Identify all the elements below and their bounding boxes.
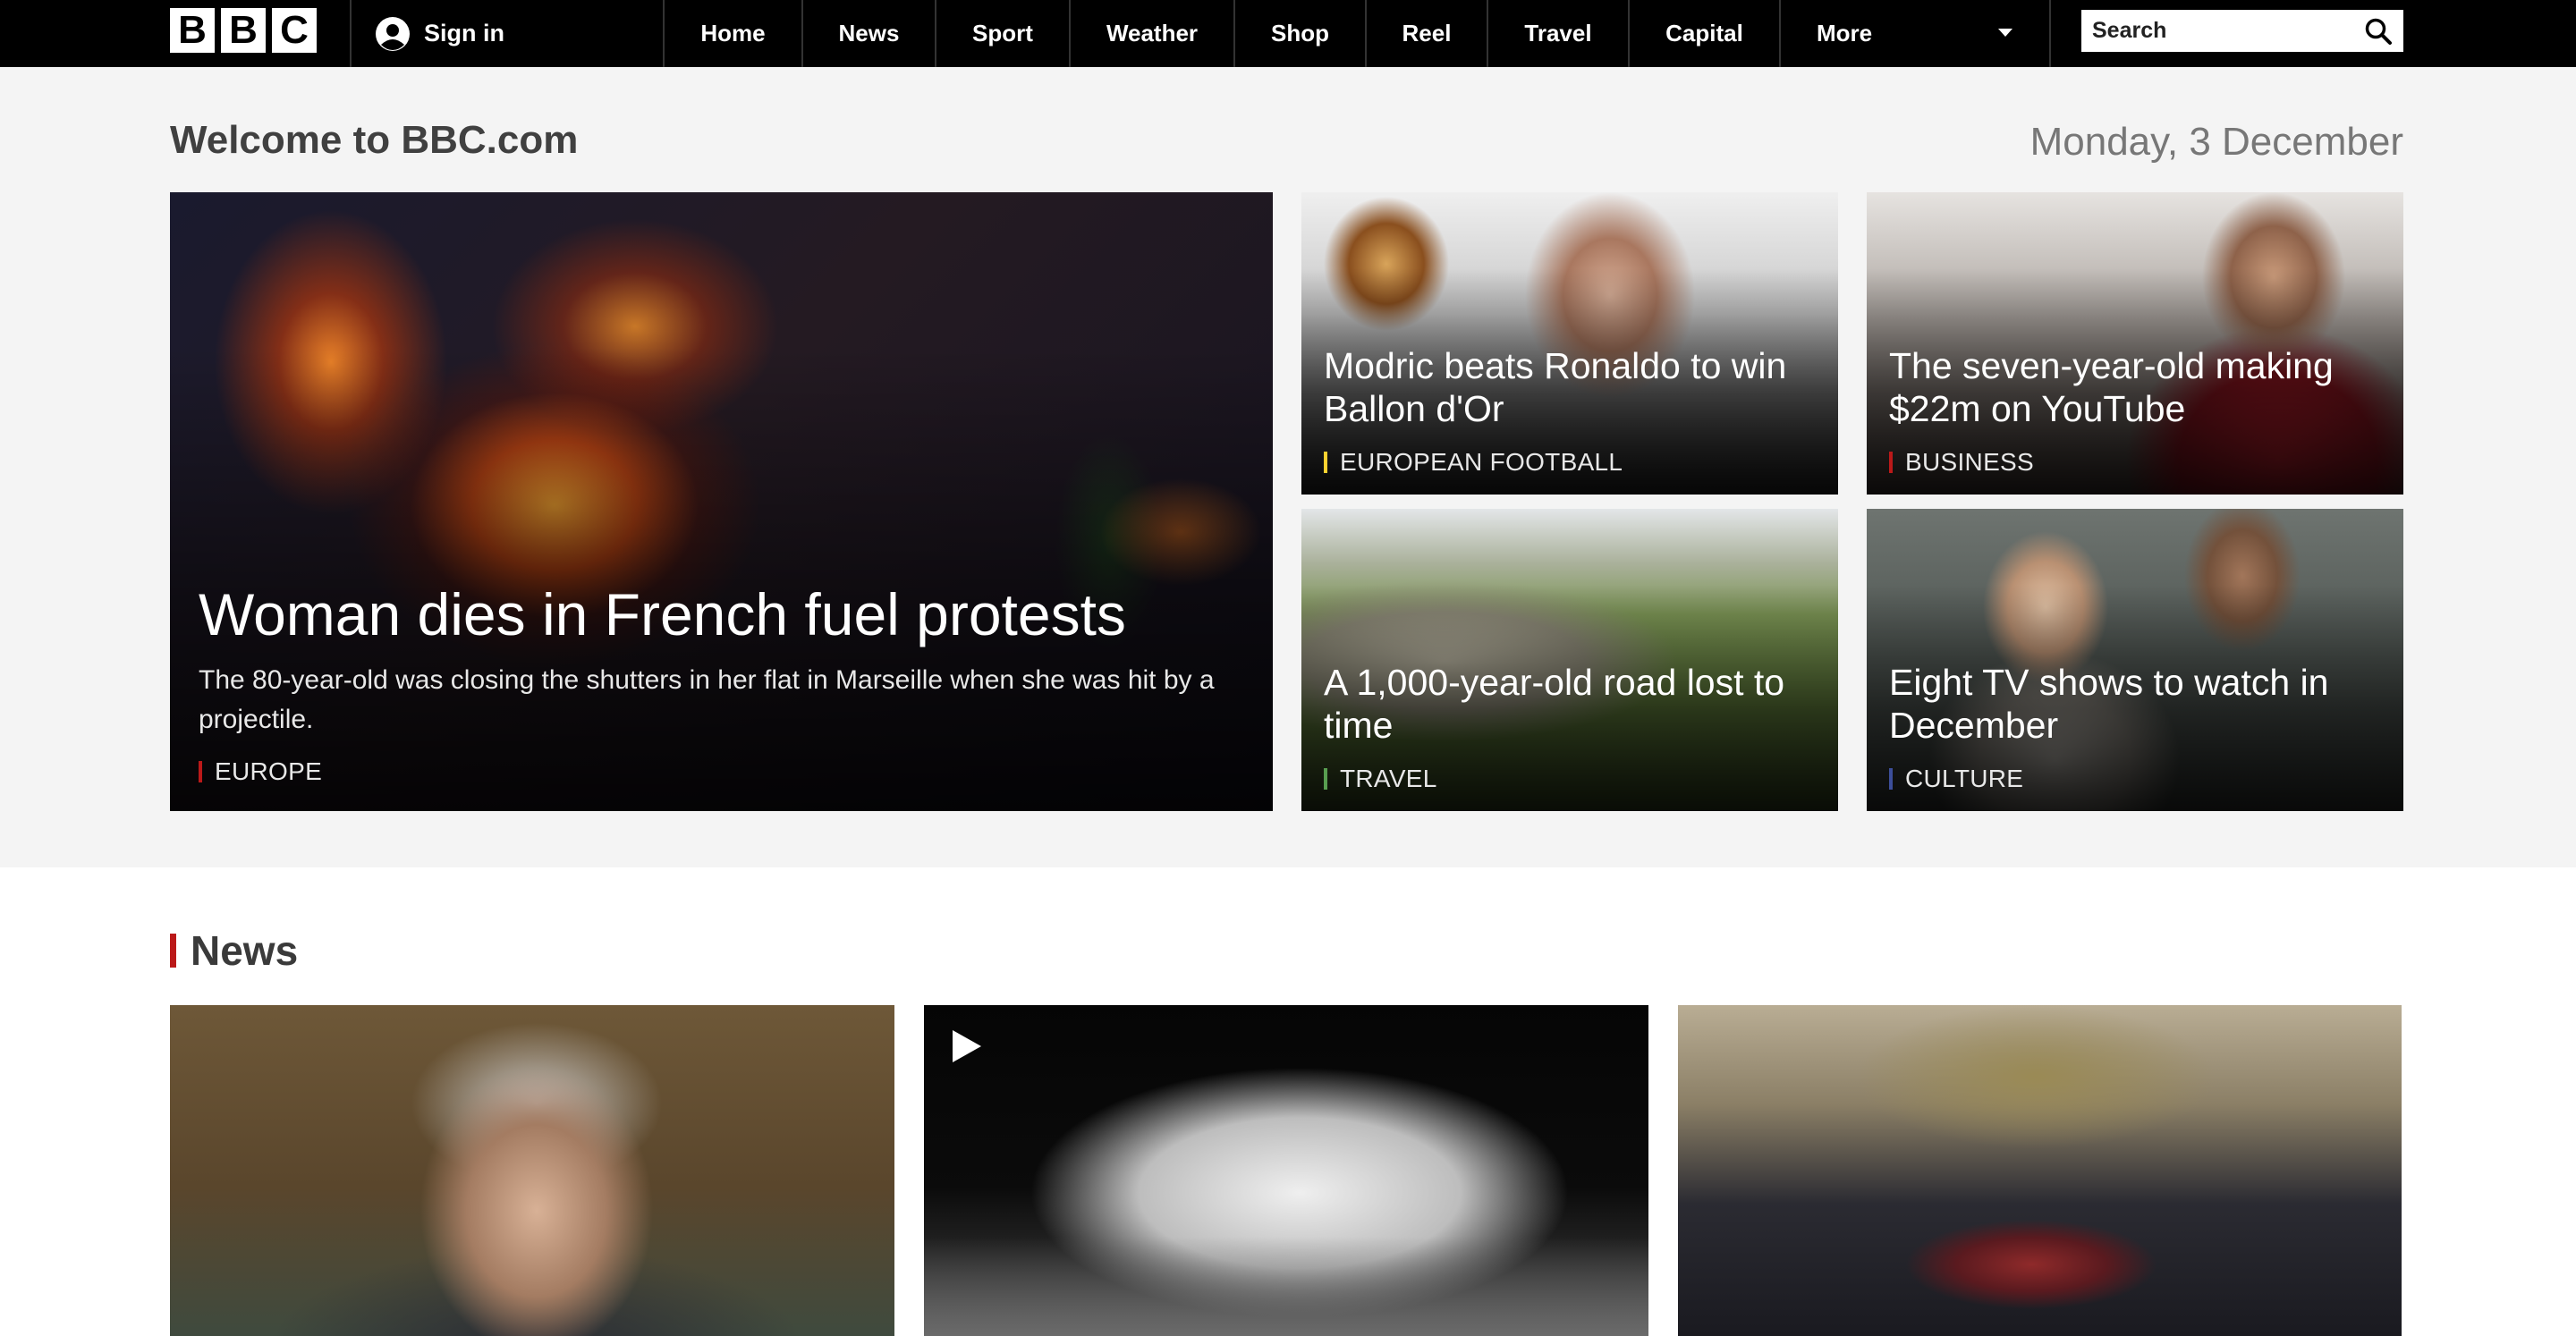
user-avatar-icon: [376, 16, 410, 51]
page-title: Welcome to BBC.com: [170, 118, 579, 162]
news-section-heading: News: [170, 927, 298, 974]
news-card-1[interactable]: [170, 1005, 894, 1336]
hero-card-business[interactable]: The seven-year-old making $22m on YouTub…: [1867, 192, 2403, 495]
section-accent-bar: [170, 934, 176, 968]
card-text: The seven-year-old making $22m on YouTub…: [1889, 344, 2381, 477]
building-render-photo: [924, 1005, 1648, 1336]
news-heading-label[interactable]: News: [191, 926, 298, 975]
top-navigation-bar: B B C Sign in Home News Sport Weather Sh…: [0, 0, 2576, 67]
card-tag[interactable]: BUSINESS: [1889, 448, 2381, 477]
logo-letter-c: C: [272, 8, 317, 53]
logo-letter-b1: B: [170, 8, 215, 53]
search-icon[interactable]: [2364, 17, 2393, 46]
card-tag-label: TRAVEL: [1340, 765, 1437, 792]
card-title[interactable]: Modric beats Ronaldo to win Ballon d'Or: [1324, 344, 1816, 430]
card-text: A 1,000-year-old road lost to time TRAVE…: [1324, 661, 1816, 793]
news-card-3[interactable]: [1678, 1005, 2402, 1336]
hero-main-summary: The 80-year-old was closing the shutters…: [199, 665, 1215, 734]
tag-color-bar: [199, 761, 202, 782]
current-date: Monday, 3 December: [2029, 120, 2403, 164]
hero-main-title[interactable]: Woman dies in French fuel protests: [199, 580, 1226, 648]
nav-sport[interactable]: Sport: [936, 0, 1069, 67]
tag-color-bar: [1889, 452, 1893, 473]
card-tag[interactable]: TRAVEL: [1324, 765, 1816, 793]
chevron-down-icon[interactable]: [1998, 29, 2012, 37]
card-title[interactable]: A 1,000-year-old road lost to time: [1324, 661, 1816, 747]
nav-weather[interactable]: Weather: [1071, 0, 1233, 67]
card-title[interactable]: Eight TV shows to watch in December: [1889, 661, 2381, 747]
tag-color-bar: [1889, 768, 1893, 790]
search-box: [2081, 10, 2403, 52]
speaker-photo: [170, 1005, 894, 1336]
hero-main-tag-label: EUROPE: [215, 757, 323, 785]
tag-color-bar: [1324, 768, 1327, 790]
capitol-rotunda-photo: [1678, 1005, 2402, 1336]
card-tag-label: CULTURE: [1905, 765, 2024, 792]
nav-divider: [2049, 0, 2051, 67]
nav-travel[interactable]: Travel: [1488, 0, 1628, 67]
card-tag[interactable]: EUROPEAN FOOTBALL: [1324, 448, 1816, 477]
hero-card-football[interactable]: Modric beats Ronaldo to win Ballon d'Or …: [1301, 192, 1838, 495]
tag-color-bar: [1324, 452, 1327, 473]
hero-main-text: Woman dies in French fuel protests The 8…: [199, 580, 1226, 786]
nav-news[interactable]: News: [803, 0, 935, 67]
card-text: Modric beats Ronaldo to win Ballon d'Or …: [1324, 344, 1816, 477]
card-tag-label: EUROPEAN FOOTBALL: [1340, 448, 1623, 476]
nav-home[interactable]: Home: [665, 0, 801, 67]
hero-main-tag[interactable]: EUROPE: [199, 757, 1226, 786]
search-input[interactable]: [2081, 10, 2350, 52]
sign-in-link[interactable]: Sign in: [376, 0, 504, 67]
nav-capital[interactable]: Capital: [1630, 0, 1779, 67]
hero-main-story[interactable]: Woman dies in French fuel protests The 8…: [170, 192, 1273, 811]
card-text: Eight TV shows to watch in December CULT…: [1889, 661, 2381, 793]
bbc-logo[interactable]: B B C: [170, 8, 317, 53]
hero-card-culture[interactable]: Eight TV shows to watch in December CULT…: [1867, 509, 2403, 811]
nav-reel[interactable]: Reel: [1367, 0, 1487, 67]
hero-card-travel[interactable]: A 1,000-year-old road lost to time TRAVE…: [1301, 509, 1838, 811]
news-card-2[interactable]: [924, 1005, 1648, 1336]
logo-letter-b2: B: [221, 8, 266, 53]
sign-in-label: Sign in: [424, 20, 504, 47]
play-icon[interactable]: [951, 1028, 983, 1064]
card-title[interactable]: The seven-year-old making $22m on YouTub…: [1889, 344, 2381, 430]
nav-divider: [350, 0, 352, 67]
card-tag-label: BUSINESS: [1905, 448, 2034, 476]
card-tag[interactable]: CULTURE: [1889, 765, 2381, 793]
nav-shop[interactable]: Shop: [1235, 0, 1365, 67]
